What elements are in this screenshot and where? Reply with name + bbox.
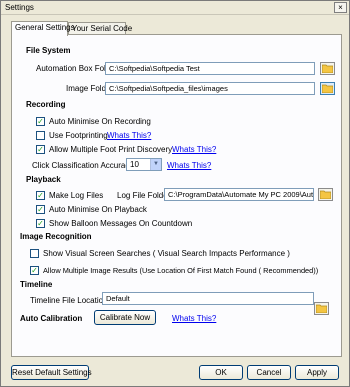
multiple-image-results-checkbox[interactable]: ✓ bbox=[30, 266, 39, 275]
close-icon: × bbox=[338, 3, 343, 12]
image-folder-browse-button[interactable] bbox=[320, 82, 335, 95]
settings-window: Settings × General Settings Your Serial … bbox=[0, 0, 350, 387]
click-accuracy-whats-this-link[interactable]: Whats This? bbox=[167, 161, 211, 170]
auto-minimise-recording-checkbox[interactable]: ✓ bbox=[36, 117, 45, 126]
general-settings-panel: File System Automation Box Folder C:\Sof… bbox=[11, 34, 342, 357]
folder-icon bbox=[316, 304, 327, 313]
calibrate-now-button[interactable]: Calibrate Now bbox=[94, 310, 156, 325]
folder-icon bbox=[322, 64, 333, 73]
cancel-button[interactable]: Cancel bbox=[247, 365, 291, 380]
click-accuracy-label: Click Classification Accuracy bbox=[32, 161, 134, 170]
image-folder-field[interactable]: C:\Softpedia\Softpedia_files\images bbox=[105, 82, 315, 95]
use-footprinting-label: Use Footprinting bbox=[49, 131, 108, 140]
allow-multiple-footprint-label: Allow Multiple Foot Print Discovery bbox=[49, 145, 173, 154]
click-accuracy-value: 10 bbox=[130, 160, 139, 169]
timeline-browse-button[interactable] bbox=[314, 302, 329, 315]
visual-searches-checkbox[interactable] bbox=[30, 249, 39, 258]
make-log-files-label: Make Log Files bbox=[49, 191, 104, 200]
allow-multiple-footprint-whats-this-link[interactable]: Whats This? bbox=[172, 145, 216, 154]
title-bar: Settings × bbox=[1, 1, 349, 15]
log-file-folder-field[interactable]: C:\ProgramData\Automate My PC 2009\Autom… bbox=[164, 188, 314, 201]
window-title: Settings bbox=[5, 3, 34, 12]
auto-calibration-header: Auto Calibration bbox=[20, 314, 83, 323]
visual-searches-label: Show Visual Screen Searches ( Visual Sea… bbox=[43, 249, 290, 258]
make-log-files-checkbox[interactable]: ✓ bbox=[36, 191, 45, 200]
balloon-messages-label: Show Balloon Messages On Countdown bbox=[49, 219, 193, 228]
auto-minimise-recording-label: Auto Minimise On Recording bbox=[49, 117, 151, 126]
log-file-folder-label: Log File Folder bbox=[117, 191, 171, 200]
click-accuracy-select[interactable]: 10 ▼ bbox=[126, 158, 162, 171]
folder-icon bbox=[320, 190, 331, 199]
ok-button[interactable]: OK bbox=[199, 365, 243, 380]
image-recognition-header: Image Recognition bbox=[20, 232, 92, 241]
timeline-header: Timeline bbox=[20, 280, 53, 289]
auto-calibration-whats-this-link[interactable]: Whats This? bbox=[172, 314, 216, 323]
playback-header: Playback bbox=[26, 175, 61, 184]
chevron-down-icon: ▼ bbox=[150, 159, 161, 170]
allow-multiple-footprint-checkbox[interactable]: ✓ bbox=[36, 145, 45, 154]
recording-header: Recording bbox=[26, 100, 66, 109]
close-button[interactable]: × bbox=[334, 2, 347, 13]
use-footprinting-checkbox[interactable] bbox=[36, 131, 45, 140]
timeline-file-location-label: Timeline File Location bbox=[30, 296, 108, 305]
folder-icon bbox=[322, 84, 333, 93]
auto-minimise-playback-label: Auto Minimise On Playback bbox=[49, 205, 147, 214]
automation-box-folder-browse-button[interactable] bbox=[320, 62, 335, 75]
timeline-file-location-field[interactable]: Default bbox=[102, 292, 314, 305]
log-file-folder-browse-button[interactable] bbox=[318, 188, 333, 201]
reset-default-settings-button[interactable]: Reset Default Settings bbox=[11, 365, 92, 380]
automation-box-folder-field[interactable]: C:\Softpedia\Softpedia Test bbox=[105, 62, 315, 75]
tab-general-settings[interactable]: General Settings bbox=[11, 21, 75, 36]
auto-minimise-playback-checkbox[interactable]: ✓ bbox=[36, 205, 45, 214]
use-footprinting-whats-this-link[interactable]: Whats This? bbox=[107, 131, 151, 140]
balloon-messages-checkbox[interactable]: ✓ bbox=[36, 219, 45, 228]
multiple-image-results-label: Allow Multiple Image Results (Use Locati… bbox=[43, 266, 319, 275]
file-system-header: File System bbox=[26, 46, 71, 55]
apply-button[interactable]: Apply bbox=[295, 365, 339, 380]
